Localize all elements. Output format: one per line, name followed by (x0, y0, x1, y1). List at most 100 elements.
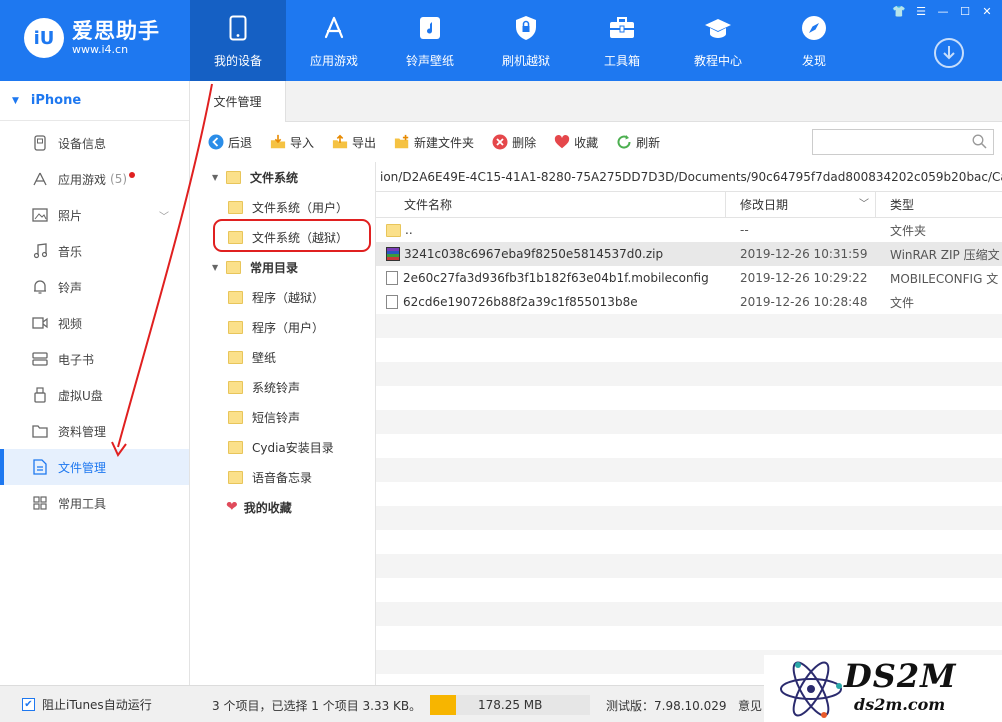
sidebar-item-data-manage[interactable]: 资料管理 (0, 413, 189, 449)
sidebar-item-common-tools[interactable]: 常用工具 (0, 485, 189, 521)
column-header-name[interactable]: 文件名称 (376, 191, 726, 218)
nav-ringtones-wallpapers[interactable]: 铃声壁纸 (382, 0, 478, 81)
tree-common-item[interactable]: 短信铃声 (190, 402, 375, 432)
tree-label: 文件系统（用户） (252, 200, 349, 215)
file-row[interactable]: .. -- 文件夹 (376, 218, 1002, 242)
back-button[interactable]: 后退 (208, 134, 252, 151)
tree-common-item[interactable]: 壁纸 (190, 342, 375, 372)
download-icon[interactable] (934, 38, 964, 68)
tree-label: 程序（越狱） (252, 290, 325, 305)
file-row[interactable]: 2e60c27fa3d936fb3f1b182f63e04b1f.mobilec… (376, 266, 1002, 290)
nav-my-device[interactable]: 我的设备 (190, 0, 286, 81)
nav-discover[interactable]: 发现 (766, 0, 862, 81)
feedback-link[interactable]: 意见 (738, 697, 762, 714)
tree-label: 我的收藏 (243, 500, 292, 515)
nav-apps-games[interactable]: 应用游戏 (286, 0, 382, 81)
tree-filesystem[interactable]: ▼ 文件系统 (190, 162, 375, 192)
folder-icon (228, 440, 243, 454)
app-icon (32, 171, 48, 187)
graduation-cap-icon (704, 14, 732, 42)
tree-common-item[interactable]: 程序（用户） (190, 312, 375, 342)
empty-row (376, 482, 1002, 506)
nav-label: 铃声壁纸 (405, 54, 454, 68)
sidebar-item-ebooks[interactable]: 电子书 (0, 341, 189, 377)
sidebar-item-photos[interactable]: 照片 ﹀ (0, 197, 189, 233)
storage-bar: 178.25 MB (430, 695, 590, 715)
empty-row (376, 530, 1002, 554)
usb-icon (32, 387, 48, 403)
tree-fs-user[interactable]: 文件系统（用户） (190, 192, 375, 222)
tree-common-item[interactable]: 语音备忘录 (190, 462, 375, 492)
column-header-date[interactable]: 修改日期 ﹀ (726, 191, 876, 218)
import-label: 导入 (290, 135, 315, 150)
empty-row (376, 578, 1002, 602)
sidebar-item-ringtones[interactable]: 铃声 (0, 269, 189, 305)
path-bar[interactable]: ion/D2A6E49E-4C15-41A1-8280-75A275DD7D3D… (376, 162, 1002, 192)
import-button[interactable]: 导入 (270, 134, 314, 151)
nav-toolbox[interactable]: 工具箱 (574, 0, 670, 81)
app-name: 爱思助手 (72, 19, 160, 43)
sidebar-item-label: 照片 (58, 208, 83, 223)
tab-file-manage[interactable]: 文件管理 (190, 81, 286, 122)
column-label: 修改日期 (740, 197, 789, 212)
export-button[interactable]: 导出 (332, 134, 376, 151)
close-icon[interactable]: ✕ (980, 4, 994, 18)
compass-icon (800, 14, 828, 42)
delete-icon (492, 134, 508, 150)
folder-icon (226, 260, 241, 274)
sidebar-item-label: 应用游戏 (58, 172, 107, 187)
storage-value: 178.25 MB (478, 698, 543, 712)
favorite-label: 收藏 (574, 135, 599, 150)
sidebar-item-apps[interactable]: 应用游戏 (5) (0, 161, 189, 197)
expand-triangle-icon[interactable]: ▼ (212, 263, 226, 272)
tree-common-item[interactable]: 系统铃声 (190, 372, 375, 402)
block-itunes-checkbox[interactable]: ✔ (22, 697, 35, 711)
collapse-triangle-icon[interactable]: ▼ (12, 96, 19, 106)
tree-common-item[interactable]: 程序（越狱） (190, 282, 375, 312)
sidebar-item-virtual-usb[interactable]: 虚拟U盘 (0, 377, 189, 413)
file-toolbar: 后退 导入 导出 新建文件夹 删除 收藏 刷新 (190, 122, 1002, 162)
column-header-type[interactable]: 类型 (876, 192, 1002, 218)
tree-favorites[interactable]: ❤ 我的收藏 (190, 492, 375, 522)
folder-icon (228, 200, 243, 214)
new-folder-button[interactable]: 新建文件夹 (394, 134, 474, 151)
file-row[interactable]: 3241c038c6967eba9f8250e5814537d0.zip 201… (376, 242, 1002, 266)
nav-flash-jailbreak[interactable]: 刷机越狱 (478, 0, 574, 81)
sidebar-item-device-info[interactable]: 设备信息 (0, 125, 189, 161)
chevron-down-icon[interactable]: ﹀ (159, 208, 169, 223)
sidebar-item-music[interactable]: 音乐 (0, 233, 189, 269)
favorite-button[interactable]: 收藏 (554, 134, 598, 151)
device-header[interactable]: ▼ iPhone (0, 81, 189, 121)
watermark: DS2M ds2m.com (764, 655, 1002, 722)
back-label: 后退 (228, 135, 253, 150)
tree-label: 常用目录 (250, 260, 299, 275)
file-name: 3241c038c6967eba9f8250e5814537d0.zip (404, 247, 664, 261)
sidebar-item-label: 虚拟U盘 (58, 388, 103, 403)
folder-icon (228, 320, 243, 334)
sidebar-item-file-manage[interactable]: 文件管理 (0, 449, 189, 485)
sidebar-item-video[interactable]: 视频 (0, 305, 189, 341)
expand-triangle-icon[interactable]: ▼ (212, 173, 226, 182)
sidebar-item-label: 视频 (58, 316, 83, 331)
folder-icon (228, 290, 243, 304)
maximize-icon[interactable]: ☐ (958, 4, 972, 18)
file-row[interactable]: 62cd6e190726b88f2a39c1f855013b8e 2019-12… (376, 290, 1002, 314)
search-input[interactable] (813, 130, 963, 154)
new-folder-icon (394, 134, 410, 150)
heart-icon: ❤ (226, 499, 238, 515)
minimize-icon[interactable]: — (936, 4, 950, 18)
menu-icon[interactable]: ☰ (914, 4, 928, 18)
sidebar-item-label: 常用工具 (58, 496, 107, 511)
tree-common-dirs[interactable]: ▼ 常用目录 (190, 252, 375, 282)
empty-row (376, 554, 1002, 578)
device-info-icon (32, 135, 48, 151)
delete-button[interactable]: 删除 (492, 134, 536, 151)
search-icon[interactable] (972, 134, 987, 152)
skin-icon[interactable]: 👕 (892, 4, 906, 18)
ebook-icon (32, 351, 48, 367)
refresh-button[interactable]: 刷新 (616, 134, 660, 151)
nav-tutorials[interactable]: 教程中心 (670, 0, 766, 81)
tree-fs-jailbreak[interactable]: 文件系统（越狱） (190, 222, 375, 252)
tree-common-item[interactable]: Cydia安装目录 (190, 432, 375, 462)
tree-label: 文件系统（越狱） (252, 230, 349, 245)
